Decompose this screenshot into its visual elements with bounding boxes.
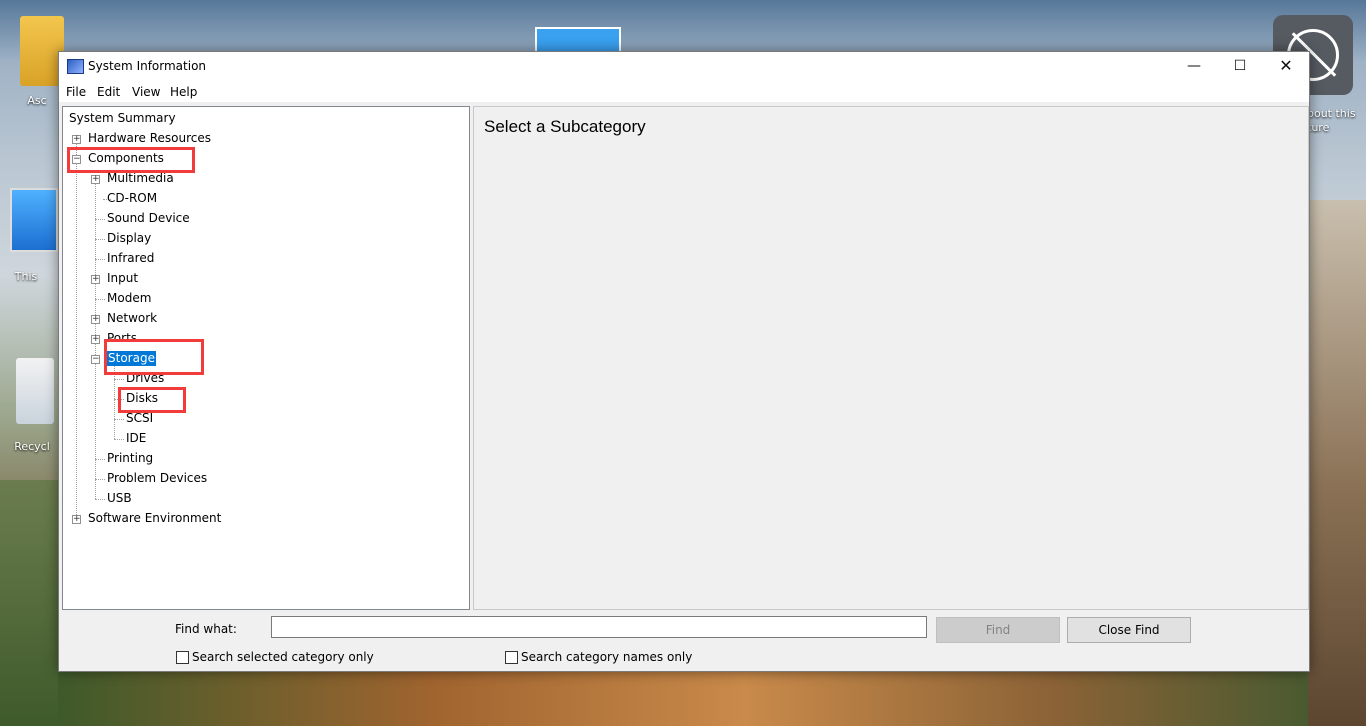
find-button[interactable]: Find bbox=[936, 617, 1060, 643]
tree-node-ports[interactable]: Ports bbox=[107, 331, 137, 346]
tree-node-modem[interactable]: Modem bbox=[107, 291, 151, 306]
expand-plus-icon[interactable]: + bbox=[91, 335, 100, 344]
tree-node-cdrom[interactable]: CD-ROM bbox=[107, 191, 157, 206]
tree-node-multimedia[interactable]: Multimedia bbox=[107, 171, 174, 186]
desktop-icon-recycle-bin[interactable]: Recycl bbox=[14, 358, 54, 453]
desktop-icon-label: Recycl bbox=[14, 440, 50, 453]
checkbox-box[interactable] bbox=[176, 650, 189, 664]
search-selected-category-checkbox[interactable]: Search selected category only bbox=[176, 650, 374, 664]
tree-node-system-summary[interactable]: System Summary bbox=[69, 111, 176, 126]
tree-line bbox=[114, 419, 124, 420]
desktop-icon-label: bout this ture bbox=[1307, 107, 1356, 134]
tree-node-ide[interactable]: IDE bbox=[126, 431, 146, 446]
tree-line bbox=[76, 139, 77, 519]
expand-plus-icon[interactable]: + bbox=[72, 515, 81, 524]
tree-line bbox=[95, 499, 105, 500]
checkbox-box[interactable] bbox=[505, 650, 518, 664]
system-information-window: System Information — ☐ ✕ File Edit View … bbox=[58, 51, 1310, 672]
expand-plus-icon[interactable]: + bbox=[91, 175, 100, 184]
tree-line bbox=[95, 479, 105, 480]
tree-line bbox=[114, 439, 124, 440]
expand-plus-icon[interactable]: + bbox=[72, 135, 81, 144]
expand-plus-icon[interactable]: + bbox=[91, 315, 100, 324]
desktop-icon-this-pc[interactable]: This bbox=[10, 188, 58, 283]
tree-node-input[interactable]: Input bbox=[107, 271, 138, 286]
tree-node-software-environment[interactable]: Software Environment bbox=[88, 511, 221, 526]
menu-file[interactable]: File bbox=[66, 85, 86, 99]
title-bar[interactable]: System Information — ☐ ✕ bbox=[59, 52, 1309, 81]
detail-heading: Select a Subcategory bbox=[484, 117, 646, 136]
tree-node-components[interactable]: Components bbox=[88, 151, 164, 166]
computer-icon bbox=[10, 188, 58, 252]
menu-edit[interactable]: Edit bbox=[97, 85, 120, 99]
tree-line bbox=[95, 239, 105, 240]
tree-node-sound-device[interactable]: Sound Device bbox=[107, 211, 190, 226]
detail-pane: Select a Subcategory bbox=[473, 106, 1309, 610]
tree-node-drives[interactable]: Drives bbox=[126, 371, 164, 386]
search-selected-category-label: Search selected category only bbox=[192, 650, 374, 664]
tree-line bbox=[95, 459, 105, 460]
tree-line bbox=[114, 379, 124, 380]
category-tree[interactable]: System Summary + Hardware Resources − Co… bbox=[62, 106, 470, 610]
minimize-button[interactable]: — bbox=[1171, 52, 1217, 81]
search-category-names-label: Search category names only bbox=[521, 650, 693, 664]
desktop-valley bbox=[0, 480, 60, 726]
tree-node-scsi[interactable]: SCSI bbox=[126, 411, 153, 426]
tree-node-infrared[interactable]: Infrared bbox=[107, 251, 154, 266]
find-what-label: Find what: bbox=[175, 622, 237, 636]
close-button[interactable]: ✕ bbox=[1263, 52, 1309, 81]
tree-line bbox=[95, 259, 105, 260]
find-what-input[interactable] bbox=[271, 616, 927, 638]
collapse-minus-icon[interactable]: − bbox=[91, 355, 100, 364]
tree-node-usb[interactable]: USB bbox=[107, 491, 132, 506]
system-information-icon bbox=[67, 59, 84, 74]
menu-help[interactable]: Help bbox=[170, 85, 197, 99]
desktop-cliff bbox=[1305, 200, 1366, 726]
tree-node-storage[interactable]: Storage bbox=[107, 351, 156, 366]
recycle-bin-icon bbox=[16, 358, 54, 424]
tree-line bbox=[95, 219, 105, 220]
desktop-ground bbox=[58, 670, 1308, 726]
maximize-button[interactable]: ☐ bbox=[1217, 52, 1263, 81]
window-title: System Information bbox=[88, 59, 207, 73]
tree-line bbox=[95, 299, 105, 300]
close-find-button[interactable]: Close Find bbox=[1067, 617, 1191, 643]
expand-plus-icon[interactable]: + bbox=[91, 275, 100, 284]
desktop-icon-label: Asc bbox=[27, 94, 47, 107]
menu-view[interactable]: View bbox=[132, 85, 160, 99]
tree-node-display[interactable]: Display bbox=[107, 231, 151, 246]
desktop-icon-label: This bbox=[14, 270, 38, 283]
tree-node-disks[interactable]: Disks bbox=[126, 391, 158, 406]
tree-node-printing[interactable]: Printing bbox=[107, 451, 153, 466]
tree-node-hardware-resources[interactable]: Hardware Resources bbox=[88, 131, 211, 146]
collapse-minus-icon[interactable]: − bbox=[72, 155, 81, 164]
menu-bar: File Edit View Help bbox=[59, 81, 1309, 102]
tree-node-network[interactable]: Network bbox=[107, 311, 157, 326]
tree-node-problem-devices[interactable]: Problem Devices bbox=[107, 471, 207, 486]
search-category-names-checkbox[interactable]: Search category names only bbox=[505, 650, 692, 664]
tree-line bbox=[114, 399, 124, 400]
